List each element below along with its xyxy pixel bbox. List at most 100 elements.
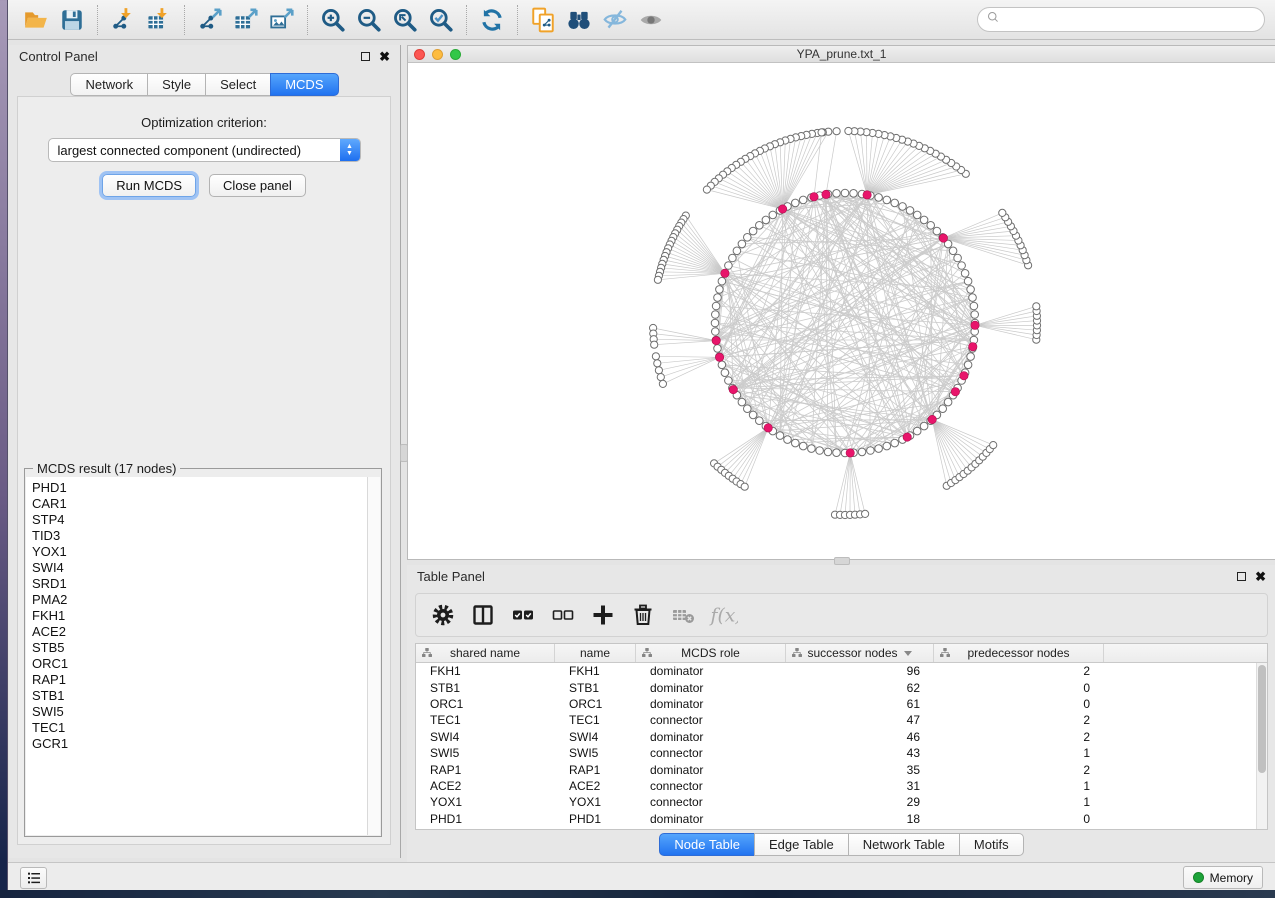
- zoom-out-button[interactable]: [351, 4, 387, 36]
- export-network-button[interactable]: [192, 4, 228, 36]
- result-item[interactable]: PHD1: [32, 480, 367, 496]
- settings-button[interactable]: [426, 598, 460, 632]
- result-item[interactable]: STB1: [32, 688, 367, 704]
- tab-style[interactable]: Style: [147, 73, 205, 96]
- result-item[interactable]: SWI4: [32, 560, 367, 576]
- import-network-button[interactable]: [105, 4, 141, 36]
- result-item[interactable]: GCR1: [32, 736, 367, 752]
- hide-selected-button[interactable]: [597, 4, 633, 36]
- column-header-MCDS-role[interactable]: MCDS role: [636, 644, 786, 662]
- delete-table-button: [666, 598, 700, 632]
- result-item[interactable]: STB5: [32, 640, 367, 656]
- zoom-in-button[interactable]: [315, 4, 351, 36]
- table-row[interactable]: PHD1PHD1dominator180: [416, 811, 1267, 827]
- table-row[interactable]: YOX1YOX1connector291: [416, 794, 1267, 810]
- table-row[interactable]: STB1STB1dominator620: [416, 679, 1267, 695]
- cell: 1: [934, 794, 1104, 810]
- column-header-successor-nodes[interactable]: successor nodes: [786, 644, 934, 662]
- result-item[interactable]: TEC1: [32, 720, 367, 736]
- deselect-all-icon: [551, 603, 575, 627]
- delete-button[interactable]: [626, 598, 660, 632]
- close-panel-button[interactable]: Close panel: [209, 174, 306, 197]
- close-panel-icon[interactable]: ✖: [379, 50, 390, 63]
- column-header-name[interactable]: name: [555, 644, 636, 662]
- tab-network-table[interactable]: Network Table: [848, 833, 959, 856]
- tab-mcds[interactable]: MCDS: [270, 73, 338, 96]
- deselect-all-button[interactable]: [546, 598, 580, 632]
- copy-network-icon: [530, 7, 556, 33]
- tab-select[interactable]: Select: [205, 73, 270, 96]
- table-row[interactable]: RAP1RAP1dominator352: [416, 761, 1267, 777]
- table-row[interactable]: TEC1TEC1connector472: [416, 712, 1267, 728]
- task-history-button[interactable]: [20, 867, 47, 889]
- result-item[interactable]: YOX1: [32, 544, 367, 560]
- result-item[interactable]: SRD1: [32, 576, 367, 592]
- table-row[interactable]: ACE2ACE2connector311: [416, 778, 1267, 794]
- table-row[interactable]: FKH1FKH1dominator962: [416, 663, 1267, 679]
- import-table-button[interactable]: [141, 4, 177, 36]
- export-table-button[interactable]: [228, 4, 264, 36]
- table-row[interactable]: SWI5SWI5connector431: [416, 745, 1267, 761]
- horizontal-splitter-handle[interactable]: [834, 557, 850, 565]
- cell: connector: [636, 745, 786, 761]
- copy-network-button[interactable]: [525, 4, 561, 36]
- column-header-predecessor-nodes[interactable]: predecessor nodes: [934, 644, 1104, 662]
- cell: PHD1: [555, 811, 636, 827]
- mcds-result-list[interactable]: PHD1CAR1STP4TID3YOX1SWI4SRD1PMA2FKH1ACE2…: [26, 477, 367, 835]
- cell: dominator: [636, 811, 786, 827]
- result-item[interactable]: TID3: [32, 528, 367, 544]
- tab-node-table[interactable]: Node Table: [659, 833, 754, 856]
- search-input[interactable]: [1001, 13, 1256, 27]
- result-item[interactable]: RAP1: [32, 672, 367, 688]
- list-icon: [26, 870, 42, 886]
- save-button[interactable]: [54, 4, 90, 36]
- toolbar-separator: [517, 5, 518, 35]
- network-canvas[interactable]: [408, 63, 1275, 559]
- tab-edge-table[interactable]: Edge Table: [754, 833, 848, 856]
- desktop-background: [0, 890, 1275, 898]
- result-item[interactable]: SWI5: [32, 704, 367, 720]
- refresh-button[interactable]: [474, 4, 510, 36]
- cell: 2: [934, 712, 1104, 728]
- close-table-panel-icon[interactable]: ✖: [1255, 570, 1266, 583]
- vertical-splitter-handle[interactable]: [400, 444, 408, 462]
- result-item[interactable]: STP4: [32, 512, 367, 528]
- run-mcds-button[interactable]: Run MCDS: [102, 174, 196, 197]
- result-item[interactable]: ORC1: [32, 656, 367, 672]
- result-scrollbar[interactable]: [367, 477, 380, 835]
- control-panel-title: Control Panel: [19, 49, 98, 64]
- memory-button[interactable]: Memory: [1183, 866, 1263, 889]
- table-panel-title: Table Panel: [417, 569, 485, 584]
- zoom-fit-button[interactable]: [387, 4, 423, 36]
- select-all-button[interactable]: [506, 598, 540, 632]
- zoom-selected-button[interactable]: [423, 4, 459, 36]
- cell: TEC1: [416, 712, 555, 728]
- column-label: predecessor nodes: [967, 646, 1069, 660]
- table-row[interactable]: ORC1ORC1dominator610: [416, 696, 1267, 712]
- table-scrollbar-thumb[interactable]: [1258, 665, 1266, 773]
- search-network-button[interactable]: [561, 4, 597, 36]
- tab-network[interactable]: Network: [70, 73, 147, 96]
- result-item[interactable]: PMA2: [32, 592, 367, 608]
- cell: 2: [934, 761, 1104, 777]
- cell: 62: [786, 679, 934, 695]
- export-image-button[interactable]: [264, 4, 300, 36]
- cell: STB1: [555, 679, 636, 695]
- result-item[interactable]: FKH1: [32, 608, 367, 624]
- float-panel-icon[interactable]: [361, 52, 370, 61]
- optimization-dropdown[interactable]: largest connected component (undirected)…: [48, 138, 361, 162]
- column-header-shared-name[interactable]: shared name: [416, 644, 555, 662]
- add-button[interactable]: [586, 598, 620, 632]
- columns-button[interactable]: [466, 598, 500, 632]
- open-button[interactable]: [18, 4, 54, 36]
- table-row[interactable]: SWI4SWI4dominator462: [416, 729, 1267, 745]
- float-table-panel-icon[interactable]: [1237, 572, 1246, 581]
- tab-motifs[interactable]: Motifs: [959, 833, 1024, 856]
- search-box[interactable]: [977, 7, 1265, 32]
- show-all-button[interactable]: [633, 4, 669, 36]
- result-item[interactable]: CAR1: [32, 496, 367, 512]
- result-item[interactable]: ACE2: [32, 624, 367, 640]
- table-scrollbar[interactable]: [1256, 663, 1267, 829]
- network-graph[interactable]: [408, 63, 1275, 559]
- cell: SWI4: [416, 729, 555, 745]
